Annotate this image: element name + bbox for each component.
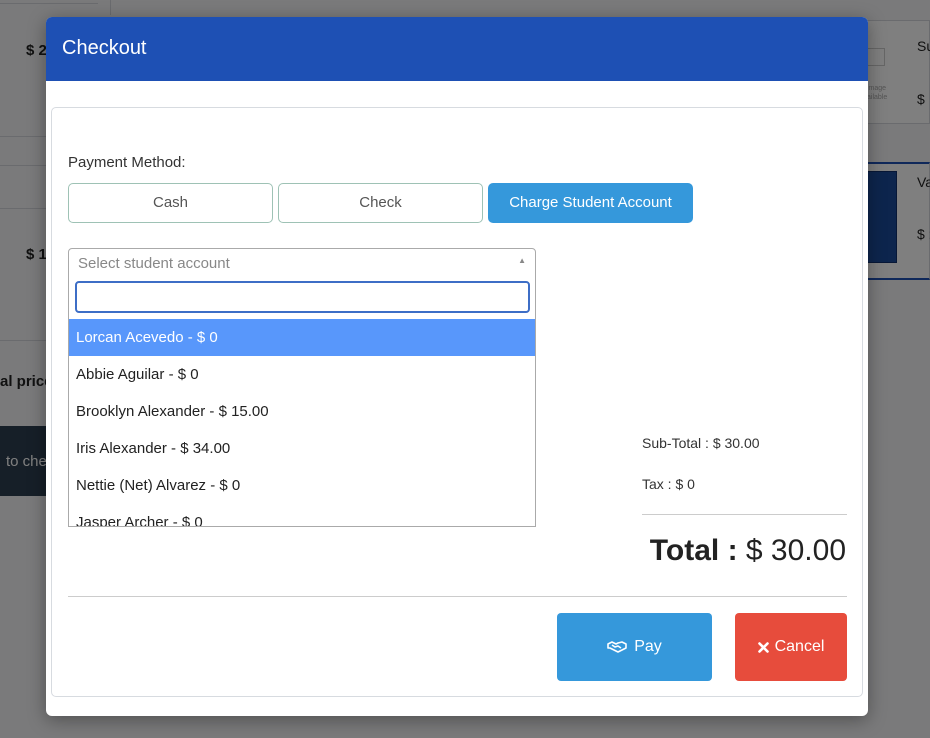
- student-option[interactable]: Nettie (Net) Alvarez - $ 0: [69, 467, 535, 504]
- footer-divider: [68, 596, 847, 597]
- student-option[interactable]: Iris Alexander - $ 34.00: [69, 430, 535, 467]
- select-placeholder: Select student account: [78, 255, 230, 272]
- caret-up-icon: ▲: [518, 256, 526, 265]
- charge-student-account-button[interactable]: Charge Student Account: [488, 183, 693, 223]
- modal-header: Checkout: [46, 17, 868, 81]
- close-icon: [757, 641, 769, 653]
- student-option[interactable]: Jasper Archer - $ 0: [69, 504, 535, 526]
- total-value: $ 30.00: [745, 534, 846, 567]
- student-option[interactable]: Lorcan Acevedo - $ 0: [69, 319, 535, 356]
- pay-button[interactable]: Pay: [557, 613, 712, 681]
- payment-method-label: Payment Method:: [68, 154, 186, 171]
- student-account-dropdown: Lorcan Acevedo - $ 0 Abbie Aguilar - $ 0…: [68, 276, 536, 527]
- cash-button[interactable]: Cash: [68, 183, 273, 223]
- student-search-input[interactable]: [75, 281, 530, 313]
- modal-body: Payment Method: Cash Check Charge Studen…: [51, 107, 863, 697]
- total-label: Total :: [649, 534, 738, 567]
- handshake-icon: [607, 641, 628, 653]
- total-amount: Total : $ 30.00: [650, 534, 846, 568]
- checkout-modal: Checkout Payment Method: Cash Check Char…: [46, 17, 868, 716]
- student-option[interactable]: Abbie Aguilar - $ 0: [69, 356, 535, 393]
- modal-title: Checkout: [62, 37, 147, 59]
- student-account-select[interactable]: Select student account ▲: [68, 248, 536, 277]
- cancel-label: Cancel: [774, 638, 825, 655]
- tax-text: Tax : $ 0: [642, 476, 695, 492]
- check-button[interactable]: Check: [278, 183, 483, 223]
- cancel-button[interactable]: Cancel: [735, 613, 847, 681]
- subtotal-text: Sub-Total : $ 30.00: [642, 435, 760, 451]
- student-option[interactable]: Brooklyn Alexander - $ 15.00: [69, 393, 535, 430]
- pay-label: Pay: [634, 638, 662, 655]
- totals-divider: [642, 514, 847, 515]
